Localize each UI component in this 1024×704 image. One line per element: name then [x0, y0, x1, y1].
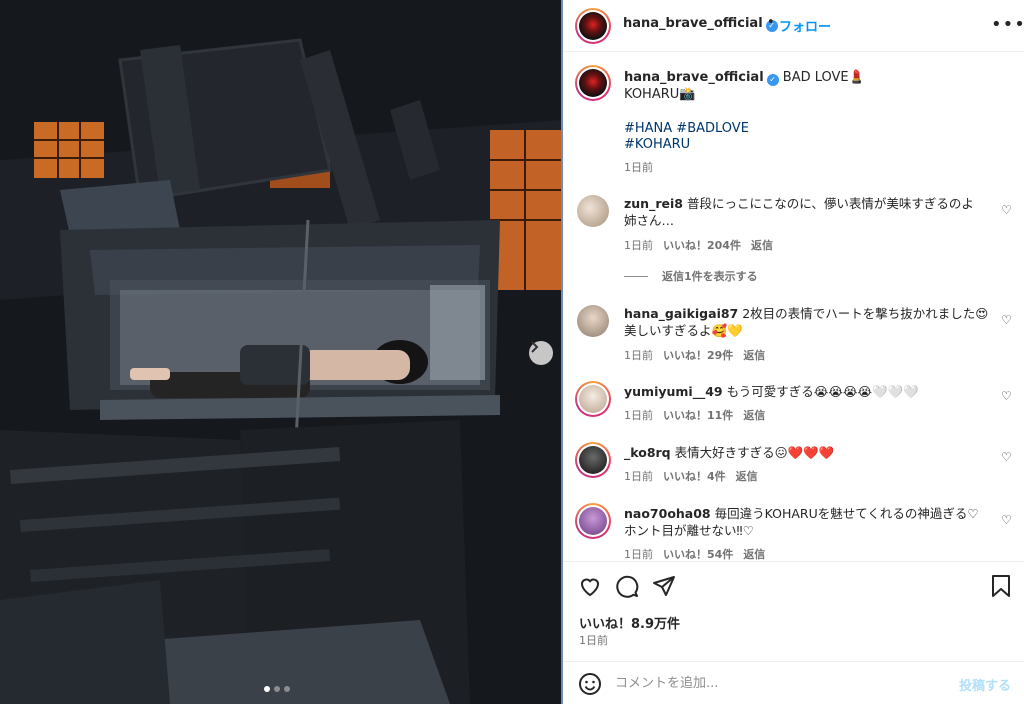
comment-reply-button[interactable]: 返信	[751, 237, 773, 253]
post-comment-button[interactable]: 投稿する	[959, 675, 1011, 694]
comment-body-2: ホント目が離せない‼︎♡	[624, 523, 754, 538]
commenter-username[interactable]: zun_rei8	[624, 196, 683, 211]
comment-body: 表情大好きすぎる😖❤️❤️❤️	[674, 445, 835, 460]
comment-likes[interactable]: いいね！29件	[663, 347, 733, 363]
caption-body: BAD LOVE💄	[782, 70, 865, 85]
avatar-image	[579, 69, 607, 97]
comment-time: 1日前	[624, 239, 653, 252]
caption-text: hana_brave_official ✓ BAD LOVE💄	[624, 69, 865, 86]
carousel-next-button[interactable]	[529, 341, 553, 365]
comment-input-bar: 投稿する	[563, 661, 1024, 704]
caption-line2: KOHARU📸	[624, 87, 696, 102]
author-username-text[interactable]: hana_brave_official	[623, 16, 763, 31]
header-separator: •	[767, 15, 775, 30]
author-username[interactable]: hana_brave_official ✓	[623, 16, 778, 32]
comment-body: もう可愛すぎる😭😭😭😭🤍🤍🤍	[726, 384, 919, 399]
comment-text: hana_gaikigai87 2枚目の表情でハートを撃ち抜かれました😍 美しい…	[624, 305, 994, 339]
avatar-image	[579, 446, 607, 474]
post-detail-panel: hana_brave_official ✓ • フォロー ••• hana_bra…	[563, 0, 1024, 704]
comment-like-heart-icon[interactable]: ♡	[1001, 389, 1012, 403]
comment-like-heart-icon[interactable]: ♡	[1001, 450, 1012, 464]
commenter-avatar[interactable]	[577, 305, 609, 337]
commenter-avatar[interactable]	[575, 503, 611, 539]
commenter-username[interactable]: nao70oha08	[624, 506, 711, 521]
comment-time: 1日前	[624, 349, 653, 362]
comment-text: nao70oha08 毎回違うKOHARUを魅せてくれるの神過ぎる♡ ホント目が…	[624, 505, 994, 539]
comment-body: 毎回違うKOHARUを魅せてくれるの神過ぎる♡	[714, 506, 979, 521]
comment-body: 普段にっこにこなのに、儚い表情が美味すぎるのよ	[686, 196, 974, 211]
comment-like-heart-icon[interactable]: ♡	[1001, 313, 1012, 327]
view-replies-button[interactable]: 返信1件を表示する	[624, 268, 758, 284]
avatar-image	[579, 12, 607, 40]
caption-hashtags[interactable]: #HANA #BADLOVE	[624, 120, 749, 137]
comment-meta: 1日前 いいね！54件 返信	[624, 546, 765, 561]
comment-likes[interactable]: いいね！204件	[663, 237, 741, 253]
comment-icon[interactable]	[615, 574, 639, 602]
carousel-dot	[264, 686, 270, 692]
post-date: 1日前	[579, 634, 608, 647]
emoji-icon[interactable]	[578, 672, 602, 700]
likes-count[interactable]: いいね！8.9万件	[579, 613, 680, 632]
follow-button[interactable]: フォロー	[779, 16, 831, 35]
comment-time: 1日前	[624, 470, 653, 483]
post-actions: いいね！8.9万件 1日前	[563, 561, 1024, 661]
commenter-avatar[interactable]	[577, 195, 609, 227]
comment-time: 1日前	[624, 409, 653, 422]
comment-likes[interactable]: いいね！54件	[663, 546, 733, 561]
comment-meta: 1日前 いいね！4件 返信	[624, 468, 758, 484]
commenter-avatar[interactable]	[575, 442, 611, 478]
comment-reply-button[interactable]: 返信	[743, 407, 765, 423]
carousel-dot	[284, 686, 290, 692]
comment-reply-button[interactable]: 返信	[743, 347, 765, 363]
more-options-icon[interactable]: •••	[991, 14, 1024, 35]
carousel-dot	[274, 686, 280, 692]
avatar-image	[579, 507, 607, 535]
comment-text: yumiyumi__49 もう可愛すぎる😭😭😭😭🤍🤍🤍	[624, 383, 994, 400]
carousel-indicator	[264, 686, 290, 692]
comment-reply-button[interactable]: 返信	[736, 468, 758, 484]
comment-body-2: 姉さん…	[624, 213, 675, 228]
comment-text: _ko8rq 表情大好きすぎる😖❤️❤️❤️	[624, 444, 994, 461]
heart-icon[interactable]	[578, 574, 602, 602]
author-avatar[interactable]	[575, 8, 611, 44]
comment-likes[interactable]: いいね！4件	[663, 468, 726, 484]
post-header: hana_brave_official ✓ • フォロー •••	[563, 0, 1024, 52]
caption-time: 1日前	[624, 161, 653, 174]
view-replies-label[interactable]: 返信1件を表示する	[662, 268, 758, 284]
comment-text: zun_rei8 普段にっこにこなのに、儚い表情が美味すぎるのよ 姉さん…	[624, 195, 994, 229]
caption-hashtags[interactable]: #KOHARU	[624, 136, 690, 153]
verified-badge-icon: ✓	[766, 74, 779, 86]
comment-meta: 1日前 いいね！204件 返信	[624, 237, 773, 253]
comment-input[interactable]	[615, 672, 945, 694]
comment-body-2: 美しいすぎるよ🥰💛	[624, 323, 743, 338]
photo-scene	[0, 0, 561, 704]
comment-time: 1日前	[624, 548, 653, 561]
share-icon[interactable]	[652, 574, 676, 602]
bookmark-icon[interactable]	[990, 574, 1012, 602]
comment-like-heart-icon[interactable]: ♡	[1001, 513, 1012, 527]
commenter-username[interactable]: yumiyumi__49	[624, 384, 723, 399]
comment-meta: 1日前 いいね！29件 返信	[624, 347, 765, 363]
commenter-username[interactable]: _ko8rq	[624, 445, 671, 460]
comment-like-heart-icon[interactable]: ♡	[1001, 203, 1012, 217]
comment-likes[interactable]: いいね！11件	[663, 407, 733, 423]
replies-line	[624, 275, 648, 277]
avatar-image	[579, 385, 607, 413]
comment-meta: 1日前 いいね！11件 返信	[624, 407, 765, 423]
chevron-right-icon	[531, 341, 539, 353]
caption-avatar[interactable]	[575, 65, 611, 101]
comment-reply-button[interactable]: 返信	[743, 546, 765, 561]
commenter-username[interactable]: hana_gaikigai87	[624, 306, 738, 321]
comment-body: 2枚目の表情でハートを撃ち抜かれました😍	[742, 306, 989, 321]
commenter-avatar[interactable]	[575, 381, 611, 417]
post-photo[interactable]	[0, 0, 561, 704]
caption-username[interactable]: hana_brave_official	[624, 70, 764, 85]
comments-scroll-area[interactable]: hana_brave_official ✓ BAD LOVE💄 KOHARU📸 #…	[563, 53, 1024, 561]
